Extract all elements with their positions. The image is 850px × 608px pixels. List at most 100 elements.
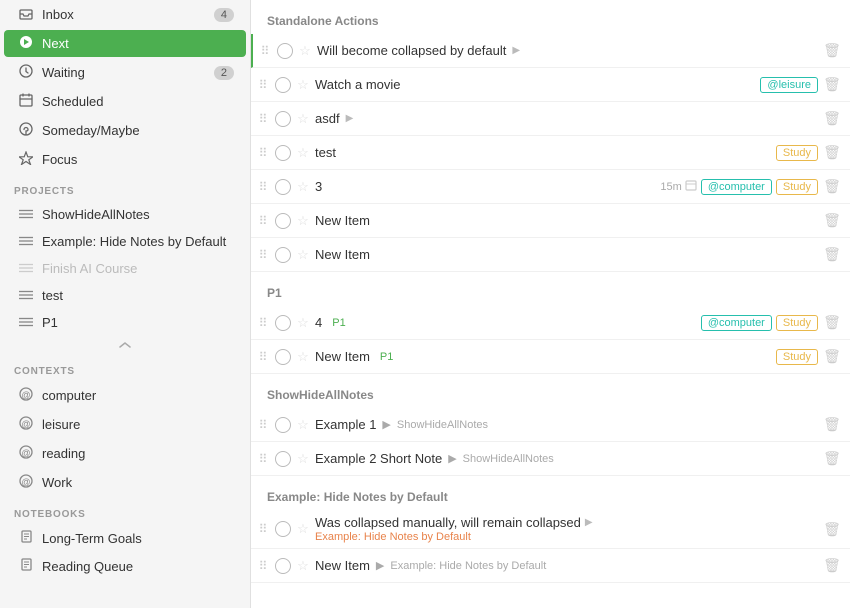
task-checkbox-7[interactable] bbox=[275, 247, 291, 263]
sidebar-item-scheduled[interactable]: Scheduled bbox=[4, 88, 246, 115]
drag-handle-9[interactable]: ⠿ bbox=[255, 350, 271, 364]
project-icon-4 bbox=[18, 288, 34, 303]
task-star-4[interactable]: ☆ bbox=[295, 145, 311, 161]
task-tags-2: @leisure bbox=[760, 77, 818, 93]
drag-handle-1[interactable]: ⠿ bbox=[257, 44, 273, 58]
sidebar-item-inbox[interactable]: Inbox 4 bbox=[4, 1, 246, 28]
drag-handle-11[interactable]: ⠿ bbox=[255, 452, 271, 466]
sidebar-item-example-hide[interactable]: Example: Hide Notes by Default bbox=[4, 229, 246, 254]
task-title-8: 4 P1 bbox=[315, 315, 697, 330]
task-row-11[interactable]: ⠿ ☆ Example 2 Short Note ▶ ShowHideAllNo… bbox=[251, 442, 850, 476]
task-row-1[interactable]: ⠿ ☆ Will become collapsed by default ▶ 🗑 bbox=[251, 34, 850, 68]
task-checkbox-3[interactable] bbox=[275, 111, 291, 127]
drag-handle-7[interactable]: ⠿ bbox=[255, 248, 271, 262]
delete-btn-12[interactable]: 🗑 bbox=[822, 521, 842, 538]
drag-handle-13[interactable]: ⠿ bbox=[255, 559, 271, 573]
delete-btn-8[interactable]: 🗑 bbox=[822, 314, 842, 331]
task-row-2[interactable]: ⠿ ☆ Watch a movie @leisure 🗑 bbox=[251, 68, 850, 102]
task-star-11[interactable]: ☆ bbox=[295, 451, 311, 467]
context-icon-computer: @ bbox=[18, 387, 34, 404]
task-checkbox-12[interactable] bbox=[275, 521, 291, 537]
sidebar-item-someday[interactable]: Someday/Maybe bbox=[4, 117, 246, 144]
drag-handle-3[interactable]: ⠿ bbox=[255, 112, 271, 126]
drag-handle-12[interactable]: ⠿ bbox=[255, 522, 271, 536]
sidebar-item-p1[interactable]: P1 bbox=[4, 310, 246, 335]
task-star-9[interactable]: ☆ bbox=[295, 349, 311, 365]
task-title-7: New Item bbox=[315, 247, 818, 262]
sidebar-item-work[interactable]: @ Work bbox=[4, 469, 246, 496]
task-checkbox-9[interactable] bbox=[275, 349, 291, 365]
sidebar-item-reading-queue[interactable]: Reading Queue bbox=[4, 553, 246, 579]
task-star-6[interactable]: ☆ bbox=[295, 213, 311, 229]
projects-collapse-btn[interactable] bbox=[0, 336, 250, 354]
task-star-12[interactable]: ☆ bbox=[295, 521, 311, 537]
task-row-5[interactable]: ⠿ ☆ 3 15m @computer Study 🗑 bbox=[251, 170, 850, 204]
delete-btn-5[interactable]: 🗑 bbox=[822, 178, 842, 195]
sidebar-item-test-project[interactable]: test bbox=[4, 283, 246, 308]
delete-btn-9[interactable]: 🗑 bbox=[822, 348, 842, 365]
svg-text:@: @ bbox=[21, 477, 30, 487]
task-star-7[interactable]: ☆ bbox=[295, 247, 311, 263]
task-star-5[interactable]: ☆ bbox=[295, 179, 311, 195]
sidebar-item-next[interactable]: Next bbox=[4, 30, 246, 57]
delete-btn-4[interactable]: 🗑 bbox=[822, 144, 842, 161]
task-star-8[interactable]: ☆ bbox=[295, 315, 311, 331]
task-row-12[interactable]: ⠿ ☆ Was collapsed manually, will remain … bbox=[251, 510, 850, 549]
task-row-4[interactable]: ⠿ ☆ test Study 🗑 bbox=[251, 136, 850, 170]
task-title-5: 3 bbox=[315, 179, 656, 194]
task-checkbox-5[interactable] bbox=[275, 179, 291, 195]
task-row-10[interactable]: ⠿ ☆ Example 1 ▶ ShowHideAllNotes 🗑 bbox=[251, 408, 850, 442]
sidebar-item-waiting[interactable]: Waiting 2 bbox=[4, 59, 246, 86]
sidebar-item-showhideallnotes[interactable]: ShowHideAllNotes bbox=[4, 202, 246, 227]
delete-btn-2[interactable]: 🗑 bbox=[822, 76, 842, 93]
task-title-2: Watch a movie bbox=[315, 77, 756, 92]
drag-handle-2[interactable]: ⠿ bbox=[255, 78, 271, 92]
drag-handle-5[interactable]: ⠿ bbox=[255, 180, 271, 194]
delete-btn-11[interactable]: 🗑 bbox=[822, 450, 842, 467]
task-row-7[interactable]: ⠿ ☆ New Item 🗑 bbox=[251, 238, 850, 272]
task-row-9[interactable]: ⠿ ☆ New Item P1 Study 🗑 bbox=[251, 340, 850, 374]
focus-icon bbox=[18, 151, 34, 168]
task-checkbox-13[interactable] bbox=[275, 558, 291, 574]
delete-btn-10[interactable]: 🗑 bbox=[822, 416, 842, 433]
task-arrow-1: ▶ bbox=[512, 45, 520, 56]
task-row-13[interactable]: ⠿ ☆ New Item ▶ Example: Hide Notes by De… bbox=[251, 549, 850, 583]
task-tags-9: Study bbox=[776, 349, 818, 365]
task-arrow-3: ▶ bbox=[346, 113, 354, 124]
task-star-3[interactable]: ☆ bbox=[295, 111, 311, 127]
task-star-10[interactable]: ☆ bbox=[295, 417, 311, 433]
main-content: Standalone Actions ⠿ ☆ Will become colla… bbox=[251, 0, 850, 608]
delete-btn-6[interactable]: 🗑 bbox=[822, 212, 842, 229]
drag-handle-4[interactable]: ⠿ bbox=[255, 146, 271, 160]
sidebar-item-reading[interactable]: @ reading bbox=[4, 440, 246, 467]
delete-btn-7[interactable]: 🗑 bbox=[822, 246, 842, 263]
task-checkbox-4[interactable] bbox=[275, 145, 291, 161]
drag-handle-6[interactable]: ⠿ bbox=[255, 214, 271, 228]
sidebar-item-longterm-goals[interactable]: Long-Term Goals bbox=[4, 525, 246, 551]
task-star-1[interactable]: ☆ bbox=[297, 43, 313, 59]
task-star-13[interactable]: ☆ bbox=[295, 558, 311, 574]
task-checkbox-11[interactable] bbox=[275, 451, 291, 467]
context-label-computer: computer bbox=[42, 388, 234, 403]
sidebar-item-computer[interactable]: @ computer bbox=[4, 382, 246, 409]
task-checkbox-6[interactable] bbox=[275, 213, 291, 229]
task-checkbox-2[interactable] bbox=[275, 77, 291, 93]
sidebar-item-finish-ai[interactable]: Finish AI Course bbox=[4, 256, 246, 281]
drag-handle-8[interactable]: ⠿ bbox=[255, 316, 271, 330]
delete-btn-13[interactable]: 🗑 bbox=[822, 557, 842, 574]
delete-btn-3[interactable]: 🗑 bbox=[822, 110, 842, 127]
task-checkbox-8[interactable] bbox=[275, 315, 291, 331]
sidebar-item-leisure[interactable]: @ leisure bbox=[4, 411, 246, 438]
note-arrow-11: ▶ bbox=[448, 452, 456, 465]
task-row-6[interactable]: ⠿ ☆ New Item 🗑 bbox=[251, 204, 850, 238]
delete-btn-1[interactable]: 🗑 bbox=[822, 42, 842, 59]
task-row-3[interactable]: ⠿ ☆ asdf ▶ 🗑 bbox=[251, 102, 850, 136]
task-row-8[interactable]: ⠿ ☆ 4 P1 @computer Study 🗑 bbox=[251, 306, 850, 340]
task-star-2[interactable]: ☆ bbox=[295, 77, 311, 93]
sidebar-item-focus[interactable]: Focus bbox=[4, 146, 246, 173]
drag-handle-10[interactable]: ⠿ bbox=[255, 418, 271, 432]
scheduled-icon bbox=[18, 93, 34, 110]
task-checkbox-1[interactable] bbox=[277, 43, 293, 59]
task-checkbox-10[interactable] bbox=[275, 417, 291, 433]
project-icon-1 bbox=[18, 207, 34, 222]
